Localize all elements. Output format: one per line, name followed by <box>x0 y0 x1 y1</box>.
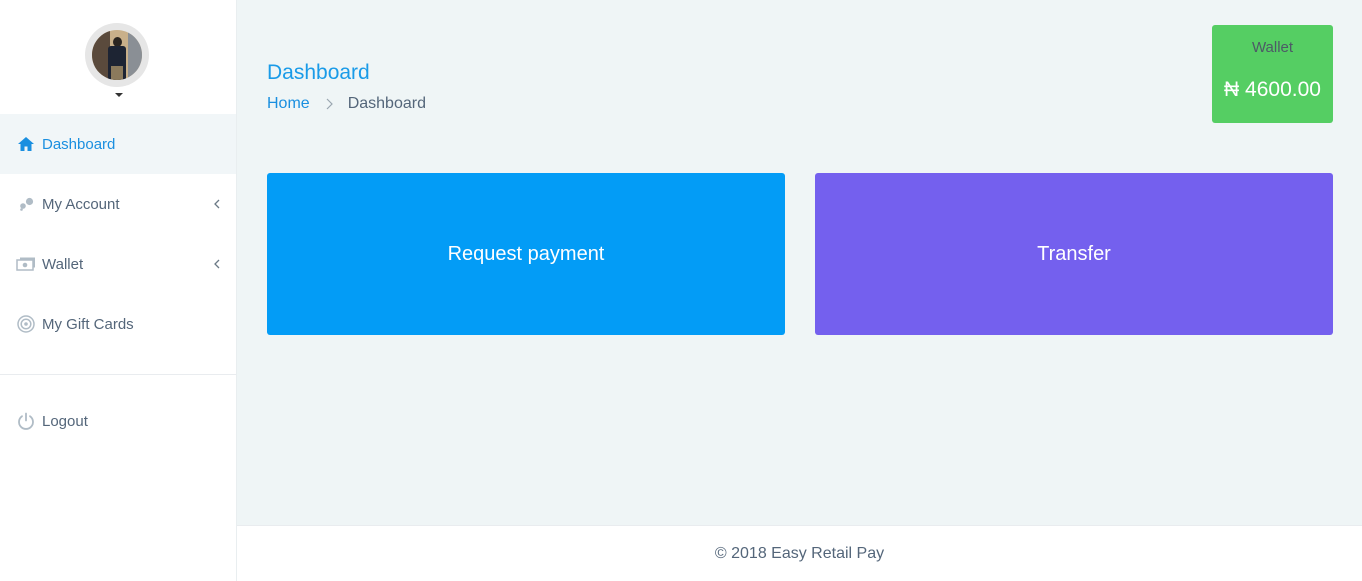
chevron-right-icon <box>326 98 333 110</box>
sidebar-item-dashboard[interactable]: Dashboard <box>0 114 236 174</box>
sidebar-item-label: My Gift Cards <box>42 315 134 333</box>
wallet-balance-card: Wallet ₦ 4600.00 <box>1212 25 1333 123</box>
request-payment-button[interactable]: Request payment <box>267 173 785 335</box>
transfer-label: Transfer <box>1037 242 1111 265</box>
page-title: Dashboard <box>267 61 370 84</box>
breadcrumb-current: Dashboard <box>347 95 426 112</box>
wallet-balance-label: Wallet <box>1251 39 1294 56</box>
account-dots-icon <box>20 197 34 211</box>
main-content: Dashboard Home Dashboard Wallet ₦ 4600.0… <box>237 0 1362 525</box>
logout-label: Logout <box>42 412 88 430</box>
breadcrumb: Home Dashboard <box>267 95 426 113</box>
money-icon <box>16 257 35 271</box>
sidebar-item-my-account[interactable]: My Account <box>0 174 236 234</box>
footer: © 2018 Easy Retail Pay <box>237 525 1362 581</box>
sidebar-divider <box>0 374 236 375</box>
user-profile <box>0 0 236 114</box>
avatar-photo <box>92 30 142 80</box>
home-icon <box>18 137 34 151</box>
sidebar-item-gift-cards[interactable]: My Gift Cards <box>0 294 236 354</box>
sidebar: Dashboard My Account Wallet My Gift Card… <box>0 0 237 581</box>
wallet-balance-value: ₦ 4600.00 <box>1224 78 1321 101</box>
copyright-text: © 2018 Easy Retail Pay <box>714 544 885 562</box>
chevron-left-icon <box>214 199 220 209</box>
target-icon <box>17 315 35 333</box>
sidebar-item-logout[interactable]: Logout <box>0 391 236 451</box>
breadcrumb-home-link[interactable]: Home <box>267 95 310 113</box>
avatar[interactable] <box>85 23 149 87</box>
sidebar-item-label: Wallet <box>42 255 84 273</box>
sidebar-item-wallet[interactable]: Wallet <box>0 234 236 294</box>
chevron-left-icon <box>214 259 220 269</box>
profile-dropdown-caret-icon[interactable] <box>115 93 123 97</box>
sidebar-item-label: My Account <box>42 195 120 213</box>
power-icon <box>18 412 34 430</box>
sidebar-item-label: Dashboard <box>42 135 116 153</box>
request-payment-label: Request payment <box>447 242 605 265</box>
transfer-button[interactable]: Transfer <box>815 173 1333 335</box>
